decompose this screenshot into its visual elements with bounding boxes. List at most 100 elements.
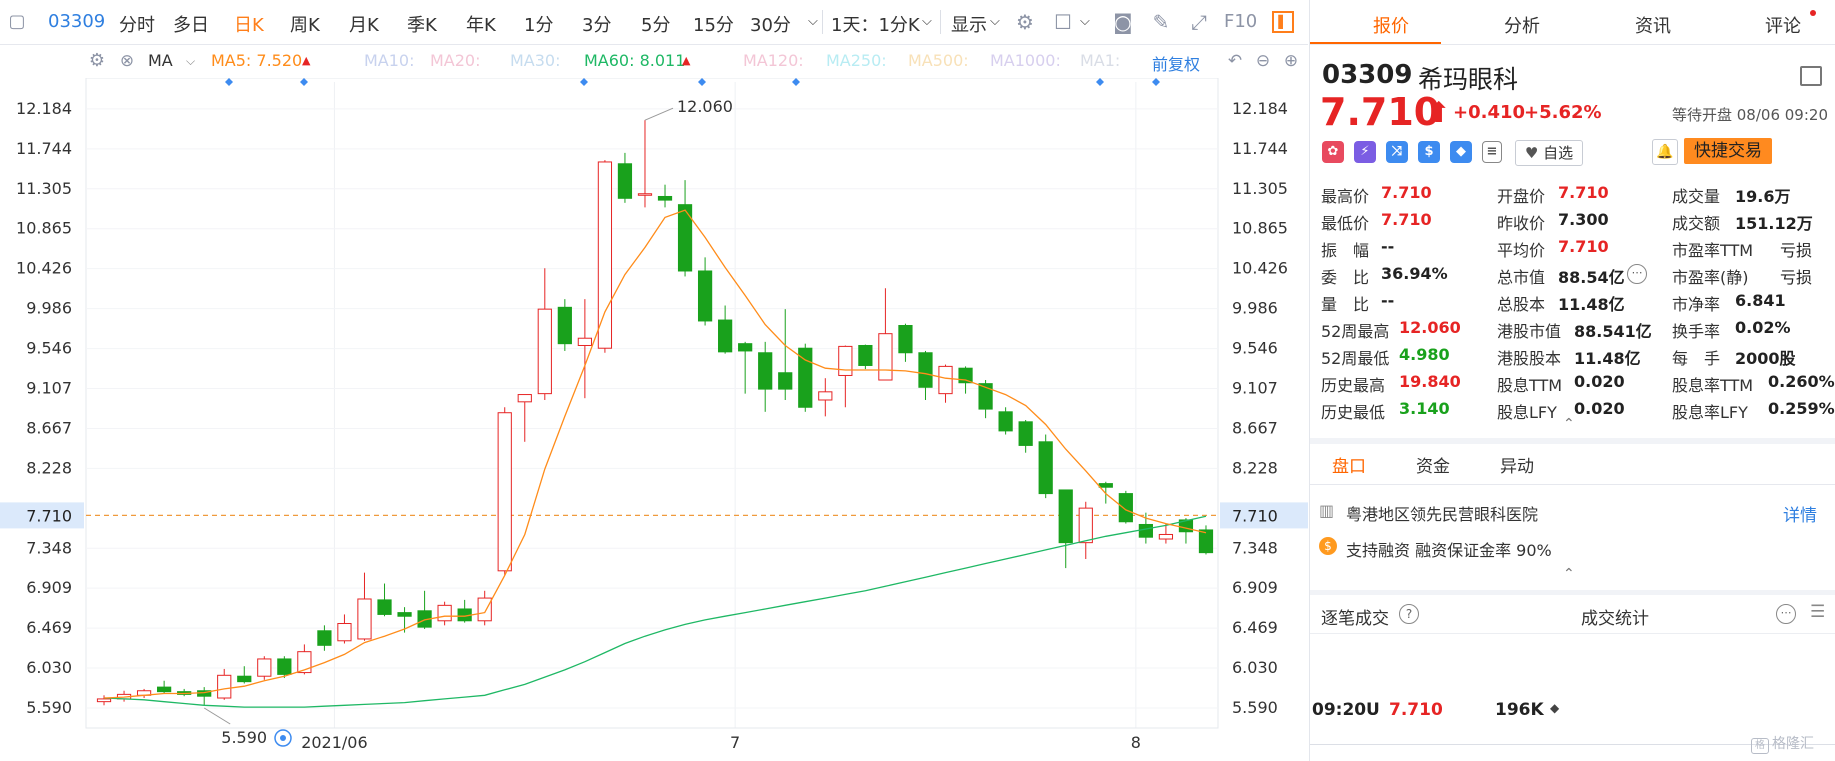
trade-stats-title[interactable]: 成交统计 [1581, 604, 1649, 629]
ma60-value: MA60: 8.011 [584, 51, 686, 70]
ma-type-chevron-down-icon[interactable]: ⌵ [186, 54, 195, 69]
tab-daily-k[interactable]: 日K [234, 11, 264, 37]
camera-icon[interactable]: ◙ [1110, 9, 1136, 35]
ma-legend-bar: ⚙ ⊗ MA ⌵ MA5: 7.520 ▲ MA10: MA20: MA30: … [0, 45, 1308, 77]
tag-icon[interactable]: ◆ [1450, 141, 1472, 163]
layout-chevron-down-icon[interactable]: ⌵ [1080, 14, 1090, 29]
trade-price: 7.710 [1389, 700, 1443, 720]
tab-analysis[interactable]: 分析 [1504, 12, 1540, 38]
stat-dividend-lfy: 0.020 [1574, 399, 1625, 418]
layout-panel-icon[interactable] [1800, 66, 1822, 86]
tab-quarterly-k[interactable]: 季K [407, 11, 437, 37]
restore-rights-button[interactable]: 前复权 [1152, 51, 1200, 75]
tab-fund-flow[interactable]: 资金 [1416, 452, 1450, 477]
more-periods-chevron-icon[interactable]: ⌵ [808, 14, 818, 29]
panel-divider [1310, 590, 1835, 595]
y-tick-label-left: 9.986 [26, 299, 72, 318]
stat-label: 振 幅 [1321, 241, 1370, 260]
stat-amount: 151.12万 [1735, 214, 1813, 233]
ma-type-select[interactable]: MA [148, 51, 173, 70]
more-options-icon[interactable]: ⋯ [1776, 604, 1796, 624]
stat-label: 量 比 [1321, 295, 1370, 314]
tab-quote[interactable]: 报价 [1373, 12, 1409, 38]
tab-news[interactable]: 资讯 [1635, 12, 1671, 38]
tab-yearly-k[interactable]: 年K [466, 11, 496, 37]
y-tick-label-right: 12.184 [1232, 99, 1288, 118]
active-tab-underline [1310, 42, 1441, 44]
undo-icon[interactable]: ↶ [1222, 48, 1248, 74]
lightning-icon[interactable]: ⚡ [1354, 141, 1376, 163]
more-info-icon[interactable]: ⋯ [1627, 264, 1647, 284]
ma500-value: MA500: [908, 51, 969, 70]
panel-toggle-icon[interactable]: ▌ [1272, 11, 1294, 33]
stat-label: 股息LFY [1497, 403, 1557, 422]
trade-volume: 196K [1495, 700, 1544, 720]
quick-trade-button[interactable]: 快捷交易 [1684, 138, 1772, 164]
y-tick-label-left: 6.469 [26, 618, 72, 637]
tab-15min[interactable]: 15分 [693, 11, 734, 37]
ma60-up-arrow-icon: ▲ [682, 54, 691, 67]
stat-label: 历史最高 [1321, 376, 1386, 395]
sidebar-toggle-icon[interactable]: ▢ [4, 9, 30, 35]
dollar-icon[interactable]: $ [1418, 141, 1440, 163]
f10-button[interactable]: F10 [1224, 11, 1257, 32]
y-tick-label-right: 9.107 [1232, 378, 1278, 397]
shuffle-icon[interactable]: ⤨ [1386, 141, 1408, 163]
settings-gear-icon[interactable]: ⚙ [1012, 9, 1038, 35]
candle-body [838, 345, 853, 376]
stat-label: 最低价 [1321, 214, 1370, 233]
tab-30min[interactable]: 30分 [750, 11, 791, 37]
ma-close-icon[interactable]: ⊗ [114, 48, 140, 74]
ma5-value: MA5: 7.520 [211, 51, 303, 70]
zoom-out-icon[interactable]: ⊖ [1250, 48, 1276, 74]
tab-intraday[interactable]: 分时 [119, 11, 155, 37]
tab-1min[interactable]: 1分 [524, 11, 553, 37]
detail-link[interactable]: 详情 [1783, 501, 1817, 526]
period-chevron-down-icon[interactable]: ⌵ [922, 14, 932, 29]
help-icon[interactable]: ? [1399, 604, 1419, 624]
fullscreen-icon[interactable]: ⤢ [1186, 9, 1212, 35]
display-chevron-down-icon[interactable]: ⌵ [990, 14, 1000, 29]
list-view-icon[interactable]: ☰ [1810, 602, 1825, 622]
hk-flag-icon[interactable]: ✿ [1322, 141, 1344, 163]
watchlist-button[interactable]: ♥ 自选 [1515, 140, 1583, 166]
candle-body [577, 337, 592, 346]
stock-code-tab[interactable]: 03309 [48, 11, 105, 32]
candle-body [858, 344, 873, 366]
collapse-info-chevron-icon[interactable]: ⌃ [1563, 566, 1575, 582]
price-change: +0.410 [1453, 102, 1526, 123]
candle-body [918, 352, 933, 388]
watermark-badge-icon: 格 [1751, 738, 1769, 754]
tab-multiday[interactable]: 多日 [173, 11, 209, 37]
tab-weekly-k[interactable]: 周K [290, 11, 320, 37]
stat-52w-low: 4.980 [1399, 345, 1450, 364]
draw-pencil-icon[interactable]: ✎ [1148, 9, 1174, 35]
chart-toolbar: ▢ 03309 分时 多日 日K 周K 月K 季K 年K 1分 3分 5分 15… [0, 0, 1308, 45]
stat-order-ratio: 36.94% [1381, 264, 1448, 283]
layout-square-icon[interactable]: ☐ [1050, 9, 1076, 35]
tab-5min[interactable]: 5分 [641, 11, 670, 37]
stat-label: 市盈率TTM [1672, 241, 1754, 260]
candle-body [778, 372, 793, 390]
candle-body [1138, 523, 1153, 538]
stat-open: 7.710 [1558, 183, 1609, 202]
collapse-stats-chevron-icon[interactable]: ⌃ [1563, 416, 1575, 432]
tab-monthly-k[interactable]: 月K [349, 11, 379, 37]
x-tick-label: 2021/06 [301, 733, 367, 752]
alert-bell-icon[interactable]: 🔔 [1652, 139, 1678, 165]
display-menu[interactable]: 显示 [951, 11, 987, 37]
ma-settings-gear-icon[interactable]: ⚙ [84, 48, 110, 74]
tab-order-book[interactable]: 盘口 [1332, 452, 1366, 477]
zoom-in-icon[interactable]: ⊕ [1278, 48, 1304, 74]
ma250-value: MA250: [826, 51, 887, 70]
tab-3min[interactable]: 3分 [582, 11, 611, 37]
ma30-value: MA30: [510, 51, 561, 70]
candlestick-chart[interactable]: 12.184 12.184 11.744 11.744 11.305 11.305 10.8… [0, 78, 1308, 761]
tab-unusual[interactable]: 异动 [1500, 452, 1534, 477]
y-tick-label-right: 7.348 [1232, 538, 1278, 557]
candle-body [697, 270, 713, 322]
period-select[interactable]: 1天：1分K [831, 11, 920, 37]
tab-comments[interactable]: 评论 [1765, 12, 1801, 38]
stat-dividend-ttm: 0.020 [1574, 372, 1625, 391]
notes-icon[interactable]: ≡ [1482, 141, 1502, 163]
